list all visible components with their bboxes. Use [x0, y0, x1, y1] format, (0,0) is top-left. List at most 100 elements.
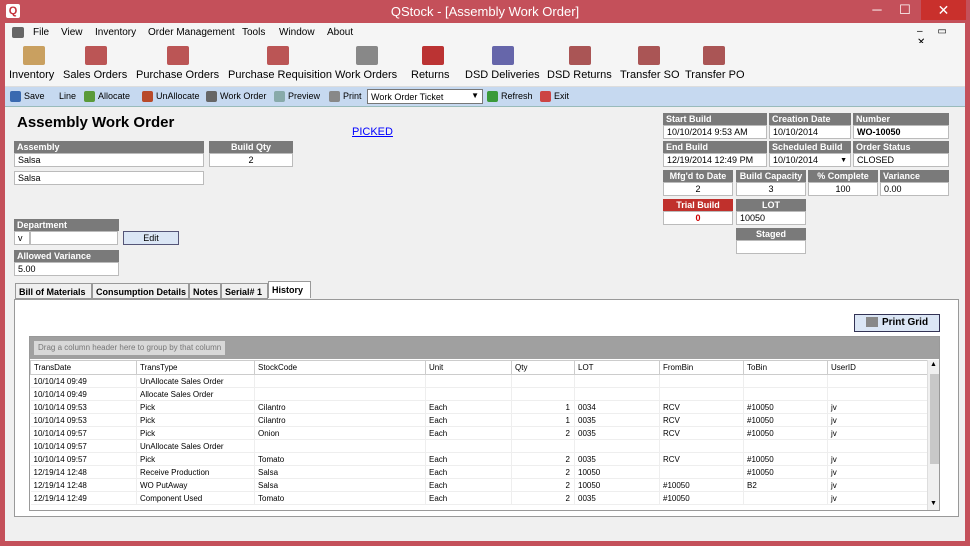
- edit-button[interactable]: Edit: [123, 231, 179, 245]
- unallocate-button[interactable]: UnAllocate: [142, 91, 200, 103]
- close-button[interactable]: ✕: [921, 0, 966, 20]
- table-cell: WO PutAway: [136, 478, 255, 492]
- table-row[interactable]: 10/10/14 09:49 Allocate Sales Order: [30, 387, 928, 401]
- table-cell: [425, 439, 512, 453]
- mdi-app-icon: [12, 27, 24, 38]
- toolbar-inventory-button[interactable]: Inventory: [9, 43, 59, 87]
- toolbar-work-orders-button[interactable]: Work Orders: [335, 43, 399, 87]
- table-cell: RCV: [659, 413, 744, 427]
- table-cell: #10050: [743, 452, 828, 466]
- table-cell: 10/10/14 09:53: [30, 413, 137, 427]
- scroll-up-icon[interactable]: ▲: [930, 361, 937, 368]
- toolbar-purchase-orders-button[interactable]: Purchase Orders: [136, 43, 222, 87]
- maximize-button[interactable]: ☐: [891, 0, 919, 20]
- menu-window[interactable]: Window: [279, 27, 315, 38]
- print-grid-button[interactable]: Print Grid: [854, 314, 940, 332]
- staged-value: [736, 240, 806, 254]
- toolbar-transfer-po-button[interactable]: Transfer PO: [685, 43, 745, 87]
- table-row[interactable]: 12/19/14 12:49 Component Used Tomato Each 2 0…: [30, 491, 928, 505]
- number-input[interactable]: WO-10050: [853, 125, 949, 139]
- start-build-input[interactable]: 10/10/2014 9:53 AM: [663, 125, 767, 139]
- column-header-frombin[interactable]: FromBin: [659, 360, 744, 375]
- tab-history[interactable]: History: [268, 281, 311, 298]
- end-build-input[interactable]: 12/19/2014 12:49 PM: [663, 153, 767, 167]
- menu-view[interactable]: View: [61, 27, 83, 38]
- exit-button[interactable]: Exit: [540, 91, 569, 103]
- build-capacity-value: 3: [736, 182, 806, 196]
- allocate-button[interactable]: Allocate: [84, 91, 130, 103]
- save-button[interactable]: Save: [10, 91, 45, 103]
- table-row[interactable]: 10/10/14 09:49 UnAllocate Sales Order: [30, 374, 928, 388]
- department-dropdown[interactable]: v: [14, 231, 30, 245]
- table-row[interactable]: 10/10/14 09:53 Pick Cilantro Each 1 0034 RCV #1…: [30, 400, 928, 414]
- menu-inventory[interactable]: Inventory: [95, 27, 136, 38]
- menu-about[interactable]: About: [327, 27, 353, 38]
- start-build-label: Start Build: [663, 113, 767, 125]
- table-row[interactable]: 10/10/14 09:57 Pick Onion Each 2 0035 RCV #1005…: [30, 426, 928, 440]
- column-header-unit[interactable]: Unit: [425, 360, 512, 375]
- percent-complete-label: % Complete: [808, 170, 878, 182]
- creation-date-input[interactable]: 10/10/2014: [769, 125, 851, 139]
- table-cell: 0035: [574, 452, 660, 466]
- scrollbar-thumb[interactable]: [930, 374, 939, 464]
- end-build-field: End Build 12/19/2014 12:49 PM: [663, 141, 767, 167]
- scroll-down-icon[interactable]: ▼: [930, 500, 937, 507]
- column-header-qty[interactable]: Qty: [511, 360, 575, 375]
- toolbar-returns-button[interactable]: Returns: [411, 43, 455, 87]
- status-link[interactable]: PICKED: [352, 126, 393, 138]
- column-header-tobin[interactable]: ToBin: [743, 360, 828, 375]
- toolbar-transfer-so-button[interactable]: Transfer SO: [620, 43, 680, 87]
- minimize-button[interactable]: ─: [863, 0, 891, 20]
- menu-tools[interactable]: Tools: [242, 27, 265, 38]
- table-row[interactable]: 10/10/14 09:53 Pick Cilantro Each 1 0035 RCV #1…: [30, 413, 928, 427]
- department-input[interactable]: [30, 231, 118, 245]
- tab-consumption-details[interactable]: Consumption Details: [92, 283, 189, 299]
- table-cell: [511, 387, 575, 401]
- print-button[interactable]: Print: [329, 91, 362, 103]
- column-header-stockcode[interactable]: StockCode: [254, 360, 426, 375]
- table-cell: 12/19/14 12:48: [30, 465, 137, 479]
- table-row[interactable]: 12/19/14 12:48 Receive Production Salsa Eac…: [30, 465, 928, 479]
- column-header-transdate[interactable]: TransDate: [30, 360, 137, 375]
- vertical-scrollbar[interactable]: ▲ ▼: [927, 360, 939, 510]
- table-cell: 2: [511, 465, 575, 479]
- variance-label: Variance: [880, 170, 949, 182]
- order-status-field: Order Status CLOSED: [853, 141, 949, 167]
- print-icon: [329, 91, 340, 103]
- toolbar-dsd-returns-button[interactable]: DSD Returns: [547, 43, 613, 87]
- group-hint: Drag a column header here to group by th…: [34, 341, 226, 355]
- table-row[interactable]: 12/19/14 12:48 WO PutAway Salsa Each 2 10050 #…: [30, 478, 928, 492]
- line-button[interactable]: Line: [59, 91, 76, 101]
- tab-serial[interactable]: Serial# 1: [221, 283, 268, 299]
- tab-notes[interactable]: Notes: [189, 283, 221, 299]
- table-cell: Each: [425, 491, 512, 505]
- scheduled-build-input[interactable]: 10/10/2014 ▼: [769, 153, 851, 167]
- toolbar-purchase-requisition-button[interactable]: Purchase Requisition: [228, 43, 332, 87]
- printer-icon: [865, 317, 878, 328]
- toolbar-sales-orders-button[interactable]: Sales Orders: [63, 43, 129, 87]
- column-header-lot[interactable]: LOT: [574, 360, 660, 375]
- ticket-select[interactable]: Work Order Ticket ▼: [367, 89, 483, 104]
- table-cell: Tomato: [254, 491, 426, 505]
- allowed-variance-input[interactable]: 5.00: [14, 262, 119, 276]
- table-cell: 2: [511, 452, 575, 466]
- preview-button[interactable]: Preview: [274, 91, 320, 103]
- page-title: Assembly Work Order: [17, 114, 175, 131]
- tab-bill-of-materials[interactable]: Bill of Materials: [15, 283, 92, 299]
- menu-file[interactable]: File: [33, 27, 49, 38]
- column-header-userid[interactable]: UserID: [827, 360, 928, 375]
- toolbar-dsd-deliveries-button[interactable]: DSD Deliveries: [465, 43, 541, 87]
- table-cell: jv: [827, 426, 928, 440]
- table-row[interactable]: 10/10/14 09:57 UnAllocate Sales Order: [30, 439, 928, 453]
- work-order-button[interactable]: Work Order: [206, 91, 266, 103]
- column-header-transtype[interactable]: TransType: [136, 360, 255, 375]
- build-qty-input[interactable]: 2: [209, 153, 293, 167]
- build-capacity-label: Build Capacity: [736, 170, 806, 182]
- group-by-bar: Drag a column header here to group by th…: [30, 337, 939, 359]
- refresh-button[interactable]: Refresh: [487, 91, 533, 103]
- menu-order-management[interactable]: Order Management: [148, 27, 235, 38]
- table-cell: 2: [511, 491, 575, 505]
- assembly-input[interactable]: Salsa: [14, 153, 204, 167]
- lot-label: LOT: [736, 199, 806, 211]
- table-row[interactable]: 10/10/14 09:57 Pick Tomato Each 2 0035 RCV #100…: [30, 452, 928, 466]
